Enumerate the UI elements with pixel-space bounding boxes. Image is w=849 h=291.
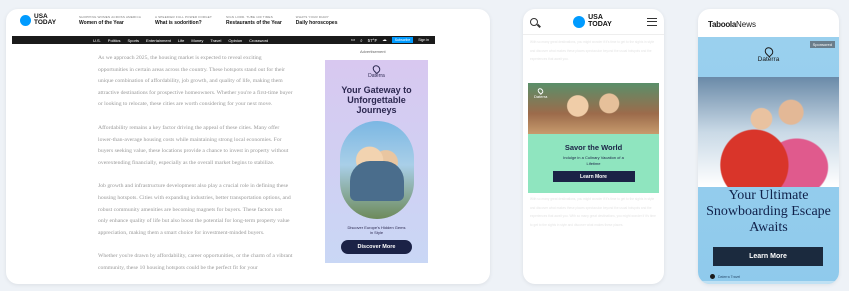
ad-headline: Your Gateway to Unforgettable Journeys — [341, 85, 412, 115]
desktop-display-ad[interactable]: Daterra Your Gateway to Unforgettable Jo… — [325, 60, 428, 263]
taboola-logo-light: News — [735, 20, 756, 29]
ad-photo-dining: Daterra — [528, 83, 659, 134]
ad-headline: Savor the World — [564, 143, 623, 152]
usa-today-logo[interactable]: USA TODAY — [573, 14, 612, 28]
search-icon[interactable]: ⌕ — [360, 38, 363, 43]
advertiser-avatar-icon — [710, 274, 715, 279]
ad-cta-button[interactable]: Learn More — [713, 247, 823, 266]
nav-item-sports[interactable]: Sports — [127, 38, 139, 43]
header-headline[interactable]: Shopping Women Across America Women of th… — [79, 15, 141, 26]
header-headlines: Shopping Women Across America Women of th… — [79, 15, 337, 26]
mobile-article-text-bottom: With so many great destinations, you mig… — [530, 197, 656, 227]
headline-title: What is sodorition? — [155, 19, 202, 26]
ad-photo-couple-selfie — [339, 121, 414, 219]
nav-item-travel[interactable]: Travel — [210, 38, 221, 43]
ad-footer: Daterra Travel — [710, 274, 740, 279]
headline-title: Daily horoscopes — [295, 19, 338, 26]
ad-brand: Daterra — [748, 45, 789, 63]
header-headline[interactable]: Whats your diary Daily horoscopes — [296, 15, 338, 26]
mobile-display-ad[interactable]: Daterra Savor the World Indulge in a Cul… — [528, 83, 659, 193]
mobile-article-text-top: With so many great destinations, you mig… — [530, 40, 655, 62]
sign-in-button[interactable]: Sign in — [418, 38, 429, 42]
hamburger-menu-icon[interactable] — [646, 17, 657, 26]
ad-cta-button[interactable]: Learn More — [552, 171, 635, 182]
ad-brand: Daterra — [368, 63, 385, 79]
headline-title: Restaurants of the Year — [226, 19, 282, 26]
logo-line2: TODAY — [588, 20, 612, 28]
taboola-news-logo: TaboolaNews — [708, 20, 756, 29]
ad-photo-snowboarders — [698, 77, 839, 187]
nav-right-tools: ▭ ⌕ 57°F ☁ Subscribe Sign in — [351, 36, 429, 44]
ad-subtext: Indulge in a Culinary Vacation of a Life… — [563, 155, 624, 166]
taboola-native-preview: TaboolaNews Sponsored Daterra Your Ultim… — [698, 9, 839, 284]
article-paragraph: Affordability remains a key factor drivi… — [98, 124, 289, 166]
nav-item-crossword[interactable]: Crossword — [249, 38, 268, 43]
nav-item-entertainment[interactable]: Entertainment — [146, 38, 171, 43]
nav-item-life[interactable]: Life — [178, 38, 184, 43]
logo-line2: TODAY — [34, 19, 57, 26]
article-paragraph: Job growth and infrastructure developmen… — [98, 183, 291, 236]
video-icon[interactable]: ▭ — [351, 37, 355, 43]
article-paragraph: As we approach 2025, the housing market … — [98, 55, 293, 108]
headline-title: Women of the Year — [79, 19, 124, 26]
cloud-icon: ☁ — [382, 37, 387, 42]
headline-kicker: Whats your diary — [295, 14, 330, 19]
desktop-nav-bar: U.S. Politics Sports Entertainment Life … — [12, 36, 435, 44]
headline-kicker: Shopping Women Across America — [79, 14, 142, 19]
desktop-article-preview: USA TODAY Shopping Women Across America Wo… — [6, 9, 490, 284]
usa-today-logo-dot — [20, 14, 31, 26]
desktop-header: USA TODAY Shopping Women Across America Wo… — [6, 9, 490, 31]
ad-brand: Daterra — [534, 87, 547, 99]
ad-subtext: Discover Europe's Hidden Gems in Style — [347, 225, 406, 235]
ad-footer-text: Daterra Travel — [718, 274, 741, 279]
mobile-header: USA TODAY — [523, 9, 664, 35]
nav-item-politics[interactable]: Politics — [108, 38, 121, 43]
subscribe-button[interactable]: Subscribe — [391, 37, 414, 43]
ad-headline: Your Ultimate Snowboarding Escape Awaits — [706, 188, 831, 235]
headline-kicker: A speedier full power forget — [155, 14, 213, 19]
usa-today-logo[interactable]: USA TODAY — [20, 13, 57, 26]
header-headline[interactable]: A speedier full power forget What is sodo… — [155, 15, 212, 26]
header-headline[interactable]: Sign lord. Tube 100 Times Restaurants of … — [226, 15, 282, 26]
usa-today-logo-dot — [573, 15, 586, 28]
ad-bottom-bar — [698, 281, 839, 284]
weather-temp[interactable]: 57°F — [368, 38, 378, 43]
search-icon[interactable] — [530, 17, 538, 26]
mobile-article-preview: USA TODAY With so many great destinations… — [523, 9, 664, 284]
ad-cta-button[interactable]: Discover More — [341, 240, 412, 254]
nav-item-us[interactable]: U.S. — [93, 38, 101, 43]
headline-kicker: Sign lord. Tube 100 Times — [226, 14, 273, 19]
sponsored-badge: Sponsored — [809, 41, 835, 48]
taboola-ad-card[interactable]: Sponsored Daterra Your Ultimate Snowboar… — [698, 37, 839, 284]
article-paragraph: Whether you're drawn by affordability, c… — [98, 253, 293, 271]
taboola-logo-bold: Taboola — [708, 20, 736, 29]
advertisement-label: Advertisement — [360, 49, 386, 54]
nav-item-money[interactable]: Money — [191, 38, 203, 43]
nav-item-opinion[interactable]: Opinion — [228, 38, 242, 43]
article-body: As we approach 2025, the housing market … — [98, 53, 293, 284]
